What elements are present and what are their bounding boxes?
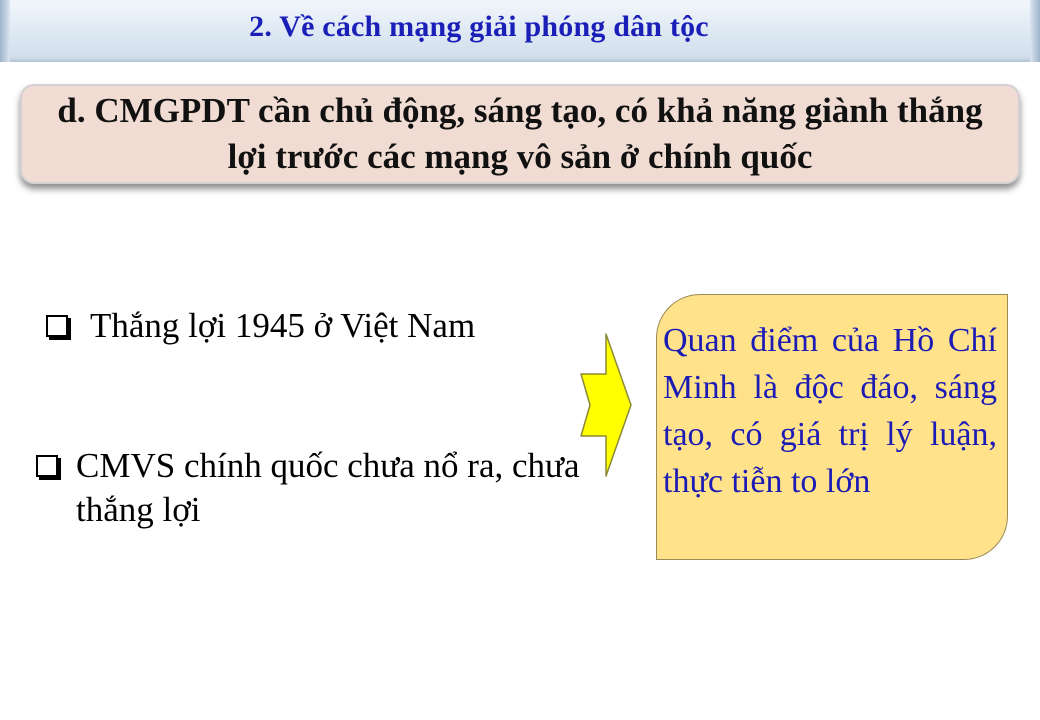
slide-title: 2. Về cách mạng giải phóng dân tộc xyxy=(249,10,709,43)
bullet-item-proletarian-revolution: CMVS chính quốc chưa nổ ra, chưa thắng l… xyxy=(36,444,596,532)
checkbox-icon xyxy=(46,315,68,337)
subtitle-box: d. CMGPDT cần chủ động, sáng tạo, có khả… xyxy=(20,84,1020,184)
header-bar: 2. Về cách mạng giải phóng dân tộc xyxy=(0,0,1040,62)
arrow-shape xyxy=(580,333,632,477)
right-arrow-icon xyxy=(580,333,632,477)
checkbox-icon xyxy=(36,455,58,477)
bullet-text: CMVS chính quốc chưa nổ ra, chưa thắng l… xyxy=(76,446,580,529)
note-box: Quan điểm của Hồ Chí Minh là độc đáo, sá… xyxy=(656,294,1008,560)
bullet-text: Thắng lợi 1945 ở Việt Nam xyxy=(90,306,476,345)
subtitle-text: d. CMGPDT cần chủ động, sáng tạo, có khả… xyxy=(57,91,983,176)
header-edge-right xyxy=(1030,0,1040,62)
bullet-item-victory-1945: Thắng lợi 1945 ở Việt Nam xyxy=(46,304,475,348)
note-text: Quan điểm của Hồ Chí Minh là độc đáo, sá… xyxy=(663,322,997,500)
